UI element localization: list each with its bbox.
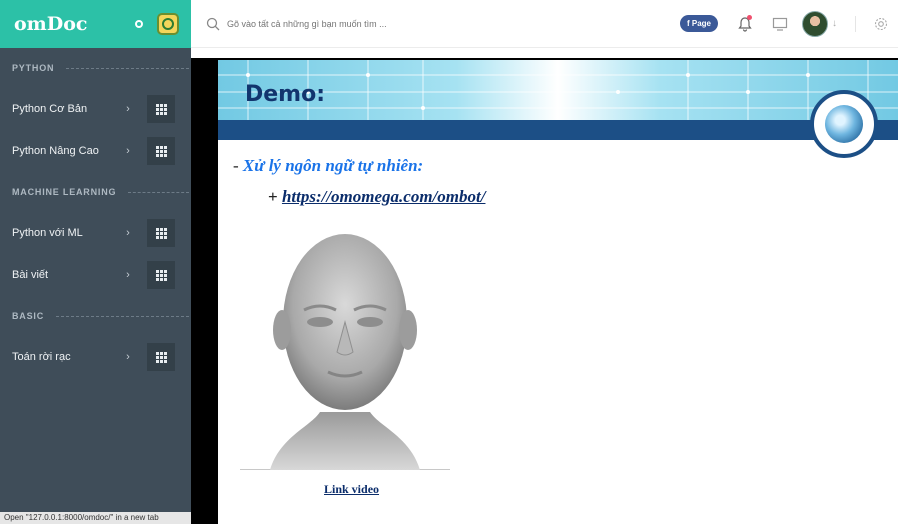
bullet-plus: + bbox=[268, 187, 282, 206]
sidebar-item-python-voi-ml[interactable]: Python với ML › bbox=[0, 212, 191, 254]
globe-logo-icon bbox=[810, 90, 878, 158]
search-box bbox=[206, 17, 680, 31]
topbar: f Page ↓ bbox=[191, 0, 898, 48]
slide-title: Demo: bbox=[245, 82, 326, 107]
grid-icon[interactable] bbox=[147, 261, 175, 289]
section-divider bbox=[128, 191, 189, 193]
slide-header-bar bbox=[218, 120, 898, 140]
facebook-page-label: Page bbox=[691, 19, 711, 28]
grid-icon[interactable] bbox=[147, 137, 175, 165]
browser-status-bar: Open "127.0.0.1:8000/omdoc/" in a new ta… bbox=[0, 512, 191, 524]
sidebar-item-python-nang-cao[interactable]: Python Nâng Cao › bbox=[0, 130, 191, 172]
sidebar-item-label: Toán rời rạc bbox=[12, 351, 71, 363]
sidebar-item-label: Python Cơ Bản bbox=[12, 103, 88, 115]
omega-logo-icon[interactable] bbox=[157, 13, 179, 35]
link-video[interactable]: Link video bbox=[324, 482, 379, 497]
slide-bullet-link: + https://omomega.com/ombot/ bbox=[268, 187, 485, 207]
gear-icon[interactable] bbox=[874, 17, 888, 31]
content-area: Demo: - Xử lý ngôn ngữ tự nhiên: + https… bbox=[191, 58, 898, 524]
chevron-right-icon[interactable]: › bbox=[119, 351, 137, 363]
facebook-page-button[interactable]: f Page bbox=[679, 15, 718, 32]
search-input[interactable] bbox=[227, 18, 527, 29]
brand-header: omDoc bbox=[0, 0, 191, 48]
section-title: MACHINE LEARNING bbox=[12, 187, 117, 197]
monitor-icon[interactable] bbox=[772, 16, 788, 32]
search-icon bbox=[206, 17, 220, 30]
section-title: BASIC bbox=[12, 311, 45, 321]
sidebar-item-label: Bài viết bbox=[12, 269, 49, 281]
sidebar-item-label: Python với ML bbox=[12, 227, 83, 239]
face-render-image bbox=[240, 222, 450, 470]
section-divider bbox=[56, 315, 189, 317]
chevron-right-icon[interactable]: › bbox=[119, 103, 137, 115]
sidebar-item-label: Python Nâng Cao bbox=[12, 145, 99, 157]
chevron-right-icon[interactable]: › bbox=[119, 145, 137, 157]
sidebar: omDoc PYTHON Python Cơ Bản › Python Nâng… bbox=[0, 0, 191, 524]
section-divider bbox=[66, 67, 189, 69]
avatar[interactable] bbox=[802, 10, 828, 37]
brand-title[interactable]: omDoc bbox=[14, 13, 135, 35]
sidebar-item-python-co-ban[interactable]: Python Cơ Bản › bbox=[0, 88, 191, 130]
bullet-dash: - bbox=[233, 156, 243, 175]
ombot-link[interactable]: https://omomega.com/ombot/ bbox=[282, 187, 486, 206]
section-machine-learning: MACHINE LEARNING bbox=[0, 172, 191, 212]
topbar-divider bbox=[855, 15, 856, 32]
grid-icon[interactable] bbox=[147, 219, 175, 247]
slide-bullet-nlp: - Xử lý ngôn ngữ tự nhiên: bbox=[233, 156, 423, 176]
notifications-button[interactable] bbox=[736, 14, 754, 33]
grid-icon[interactable] bbox=[147, 95, 175, 123]
section-basic: BASIC bbox=[0, 296, 191, 336]
chevron-down-icon[interactable]: ↓ bbox=[832, 18, 837, 29]
slide-banner: Demo: bbox=[218, 60, 898, 120]
3d-face-icon bbox=[270, 234, 420, 470]
notification-badge bbox=[747, 14, 752, 20]
section-title: PYTHON bbox=[12, 63, 55, 73]
sidebar-toggle-icon[interactable] bbox=[135, 20, 143, 28]
sidebar-item-toan-roi-rac[interactable]: Toán rời rạc › bbox=[0, 336, 191, 378]
sidebar-item-bai-viet[interactable]: Bài viết › bbox=[0, 254, 191, 296]
chevron-right-icon[interactable]: › bbox=[119, 269, 137, 281]
chevron-right-icon[interactable]: › bbox=[119, 227, 137, 239]
grid-icon[interactable] bbox=[147, 343, 175, 371]
slide: Demo: - Xử lý ngôn ngữ tự nhiên: + https… bbox=[218, 60, 898, 524]
bullet-nlp-text: Xử lý ngôn ngữ tự nhiên: bbox=[242, 156, 424, 175]
section-python: PYTHON bbox=[0, 48, 191, 88]
